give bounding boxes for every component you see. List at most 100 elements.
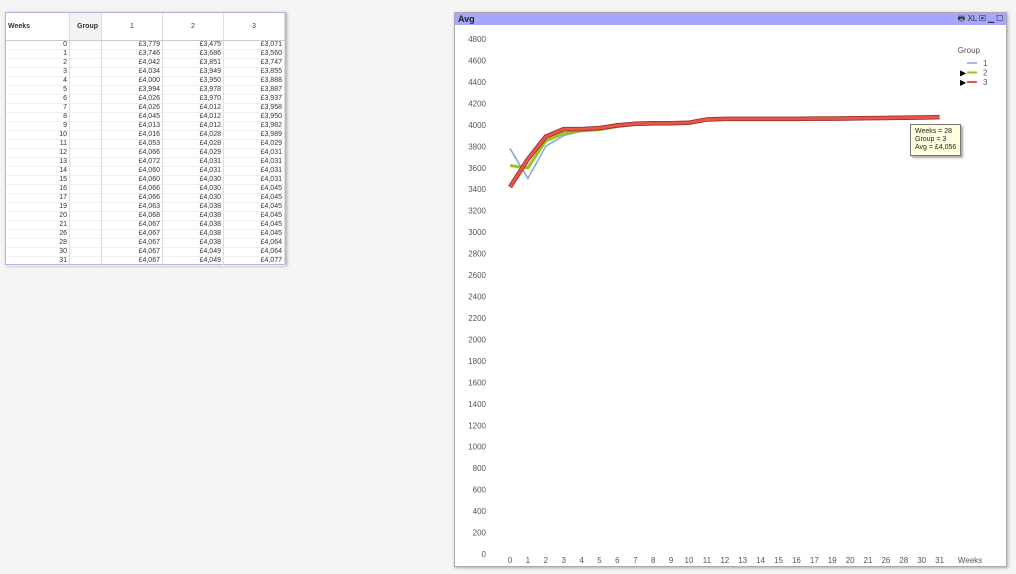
x-tick-label: 21 [864,556,873,565]
y-tick-label: 1800 [468,357,486,366]
y-tick-label: 200 [473,529,487,538]
group-cell [69,58,102,68]
weeks-cell: 31 [6,256,70,266]
table-row: 10 £4,016 £4,028 £3,989 [6,130,285,140]
value-cell: £4,028 [162,139,224,149]
weeks-cell: 15 [6,175,70,185]
weeks-cell: 11 [6,139,70,149]
value-cell: £4,042 [101,58,163,68]
y-tick-label: 2400 [468,293,486,302]
table-row: 17 £4,066 £4,030 £4,045 [6,193,285,203]
value-cell: £4,012 [162,112,224,122]
y-tick-label: 3400 [468,185,486,194]
value-cell: £3,560 [223,49,285,59]
value-cell: £4,060 [101,166,163,176]
value-cell: £3,994 [101,85,163,95]
x-tick-label: 12 [720,556,729,565]
avg-chart-window: Avg 🖶 XL ▣ ▁ ☐ 0 200 400 600 800 1000 1200 1400 1… [454,12,1007,567]
col-header[interactable]: 3 [223,13,285,41]
table-row: 20 £4,068 £4,038 £4,045 [6,211,285,221]
weeks-cell: 19 [6,202,70,212]
tooltip-line: Group = 3 [915,136,947,143]
group-cell [69,112,102,122]
value-cell: £4,049 [162,247,224,257]
weeks-cell: 26 [6,229,70,239]
group-cell [69,148,102,158]
table-row: 8 £4,045 £4,012 £3,950 [6,112,285,122]
value-cell: £4,012 [162,103,224,113]
weeks-cell: 4 [6,76,70,86]
x-tick-label: 17 [810,556,819,565]
table-row: 4 £4,000 £3,950 £3,888 [6,76,285,86]
value-cell: £3,475 [162,40,224,50]
weeks-cell: 17 [6,193,70,203]
value-cell: £4,067 [101,238,163,248]
table-row: 13 £4,072 £4,031 £4,031 [6,157,285,167]
value-cell: £3,982 [223,121,285,131]
col-header[interactable]: 2 [162,13,224,41]
y-tick-label: 1600 [468,378,486,387]
legend-label: 3 [983,78,988,87]
value-cell: £4,038 [162,238,224,248]
value-cell: £3,958 [223,103,285,113]
x-tick-label: 26 [881,556,890,565]
y-tick-label: 3800 [468,142,486,151]
weeks-cell: 21 [6,220,70,230]
value-cell: £4,049 [162,256,224,266]
table-row: 5 £3,994 £3,978 £3,887 [6,85,285,95]
table-row: 0 £3,779 £3,475 £3,071 [6,40,285,50]
chart-title: Avg [458,14,475,24]
caption-icons[interactable]: 🖶 XL ▣ ▁ ☐ [958,13,1003,25]
table-row: 31 £4,067 £4,049 £4,077 [6,256,285,266]
x-tick-label: 10 [685,556,694,565]
x-tick-label: 13 [738,556,747,565]
weeks-cell: 9 [6,121,70,131]
col-header[interactable]: 1 [101,13,163,41]
y-tick-label: 2200 [468,314,486,323]
x-tick-label: 30 [917,556,926,565]
value-cell: £3,950 [162,76,224,86]
weeks-cell: 30 [6,247,70,257]
value-cell: £3,989 [223,130,285,140]
value-cell: £4,038 [162,229,224,239]
y-tick-label: 3000 [468,228,486,237]
y-tick-label: 4600 [468,56,486,65]
x-tick-label: 6 [615,556,620,565]
y-tick-label: 2000 [468,335,486,344]
group-cell [69,139,102,149]
y-tick-label: 1200 [468,421,486,430]
table-row: 30 £4,067 £4,049 £4,064 [6,247,285,257]
weeks-header[interactable]: Weeks [6,13,70,41]
value-cell: £4,053 [101,139,163,149]
group-cell [69,238,102,248]
y-tick-label: 2600 [468,271,486,280]
value-cell: £4,067 [101,247,163,257]
weeks-cell: 16 [6,184,70,194]
weeks-cell: 2 [6,58,70,68]
group-cell [69,67,102,77]
group-header[interactable]: Group [69,13,102,41]
table-row: 28 £4,067 £4,038 £4,064 [6,238,285,248]
value-cell: £4,066 [101,184,163,194]
y-tick-label: 1400 [468,400,486,409]
y-tick-label: 4000 [468,121,486,130]
pivot-table: Weeks Group 1 2 3 0 £3,779 £3,475 £3,071 1 £3… [5,12,286,266]
series-line-outline [508,114,940,189]
x-axis-label: Weeks [958,556,982,565]
value-cell: £3,851 [162,58,224,68]
y-tick-label: 3600 [468,164,486,173]
value-cell: £4,068 [101,211,163,221]
value-cell: £4,029 [223,139,285,149]
tooltip-line: Weeks = 28 [915,128,953,135]
group-cell [69,103,102,113]
x-tick-label: 15 [774,556,783,565]
y-tick-label: 1000 [468,443,486,452]
group-cell [69,40,102,50]
value-cell: £4,045 [223,220,285,230]
value-cell: £4,000 [101,76,163,86]
value-cell: £4,045 [101,112,163,122]
y-tick-label: 3200 [468,207,486,216]
table-row: 19 £4,063 £4,038 £4,045 [6,202,285,212]
value-cell: £4,045 [223,184,285,194]
x-tick-label: 7 [633,556,638,565]
